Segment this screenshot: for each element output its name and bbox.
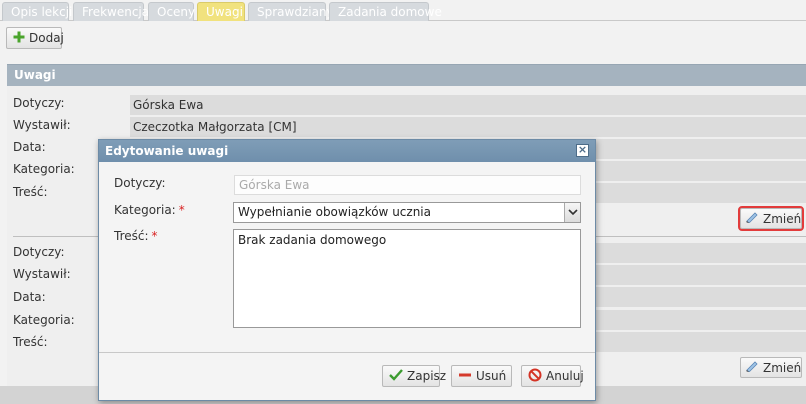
no-entry-icon	[528, 368, 542, 385]
tresc-label-text: Treść:	[114, 229, 149, 243]
kategoria-label-text: Kategoria:	[114, 203, 176, 217]
label-wystawil: Wystawił:	[13, 118, 71, 132]
close-icon[interactable]: ×	[576, 144, 589, 157]
tab-label: Sprawdziany	[257, 5, 334, 19]
tab-label: Zadania domowe	[338, 5, 442, 19]
value-wystawil: Czeczotka Małgorzata [CM]	[130, 117, 806, 137]
kategoria-selected-value: Wypełnianie obowiązków ucznia	[238, 205, 431, 219]
change-button-label: Zmień	[763, 360, 802, 375]
tab-label: Frekwencja	[82, 5, 150, 19]
dialog-title: Edytowanie uwagi	[105, 144, 229, 158]
tab-bar: Opis lekcji Frekwencja Oceny Uwagi Spraw…	[0, 0, 806, 21]
required-mark: *	[178, 203, 185, 217]
label-tresc: Treść:	[13, 335, 48, 349]
label-wystawil: Wystawił:	[13, 267, 71, 281]
label-kategoria: Kategoria:	[13, 313, 75, 327]
dialog-divider	[99, 352, 595, 353]
value-dotyczy: Górska Ewa	[130, 95, 806, 115]
tab-opis-lekcji[interactable]: Opis lekcji	[2, 2, 73, 21]
change-button-label: Zmień	[763, 211, 802, 226]
panel-title-text: Uwagi	[14, 68, 56, 82]
chevron-down-icon[interactable]	[564, 203, 580, 222]
panel-title: Uwagi	[7, 64, 806, 86]
save-button-label: Zapisz	[407, 369, 447, 383]
cancel-button-label: Anuluj	[546, 369, 584, 383]
minus-icon	[458, 369, 472, 384]
dotyczy-field: Górska Ewa	[234, 175, 581, 195]
pencil-icon	[745, 360, 759, 375]
plus-icon	[13, 31, 25, 46]
tab-oceny[interactable]: Oceny	[148, 2, 196, 21]
change-button[interactable]: Zmień	[740, 357, 802, 378]
edit-note-dialog: Edytowanie uwagi × Dotyczy: Górska Ewa K…	[98, 139, 596, 401]
add-button[interactable]: Dodaj	[6, 27, 64, 49]
delete-button-label: Usuń	[476, 369, 507, 383]
checkmark-icon	[389, 368, 403, 384]
tresc-textarea[interactable]: Brak zadania domowego	[233, 229, 581, 328]
pencil-icon	[745, 211, 759, 226]
label-kategoria: Kategoria:	[13, 162, 75, 176]
tab-label: Oceny	[157, 5, 196, 19]
tab-label: Opis lekcji	[11, 5, 73, 19]
required-mark: *	[151, 229, 158, 243]
change-button[interactable]: Zmień	[738, 206, 804, 231]
add-button-label: Dodaj	[29, 31, 64, 45]
delete-button[interactable]: Usuń	[451, 365, 512, 387]
save-button[interactable]: Zapisz	[382, 365, 446, 387]
cancel-button[interactable]: Anuluj	[521, 365, 584, 387]
dialog-label-tresc: Treść: *	[114, 229, 158, 243]
tab-uwagi[interactable]: Uwagi	[197, 2, 245, 21]
label-data: Data:	[13, 140, 46, 154]
label-dotyczy: Dotyczy:	[13, 96, 65, 110]
dialog-label-kategoria: Kategoria: *	[114, 203, 185, 217]
tab-sprawdziany[interactable]: Sprawdziany	[248, 2, 334, 21]
label-dotyczy: Dotyczy:	[13, 245, 65, 259]
tab-label: Uwagi	[206, 5, 243, 19]
dialog-title-bar: Edytowanie uwagi ×	[99, 140, 595, 162]
label-data: Data:	[13, 290, 46, 304]
tab-frekwencja[interactable]: Frekwencja	[73, 2, 149, 21]
kategoria-select[interactable]: Wypełnianie obowiązków ucznia	[233, 202, 581, 223]
label-tresc: Treść:	[13, 185, 48, 199]
tab-zadania-domowe[interactable]: Zadania domowe	[329, 2, 442, 21]
dialog-label-dotyczy: Dotyczy:	[114, 176, 166, 190]
